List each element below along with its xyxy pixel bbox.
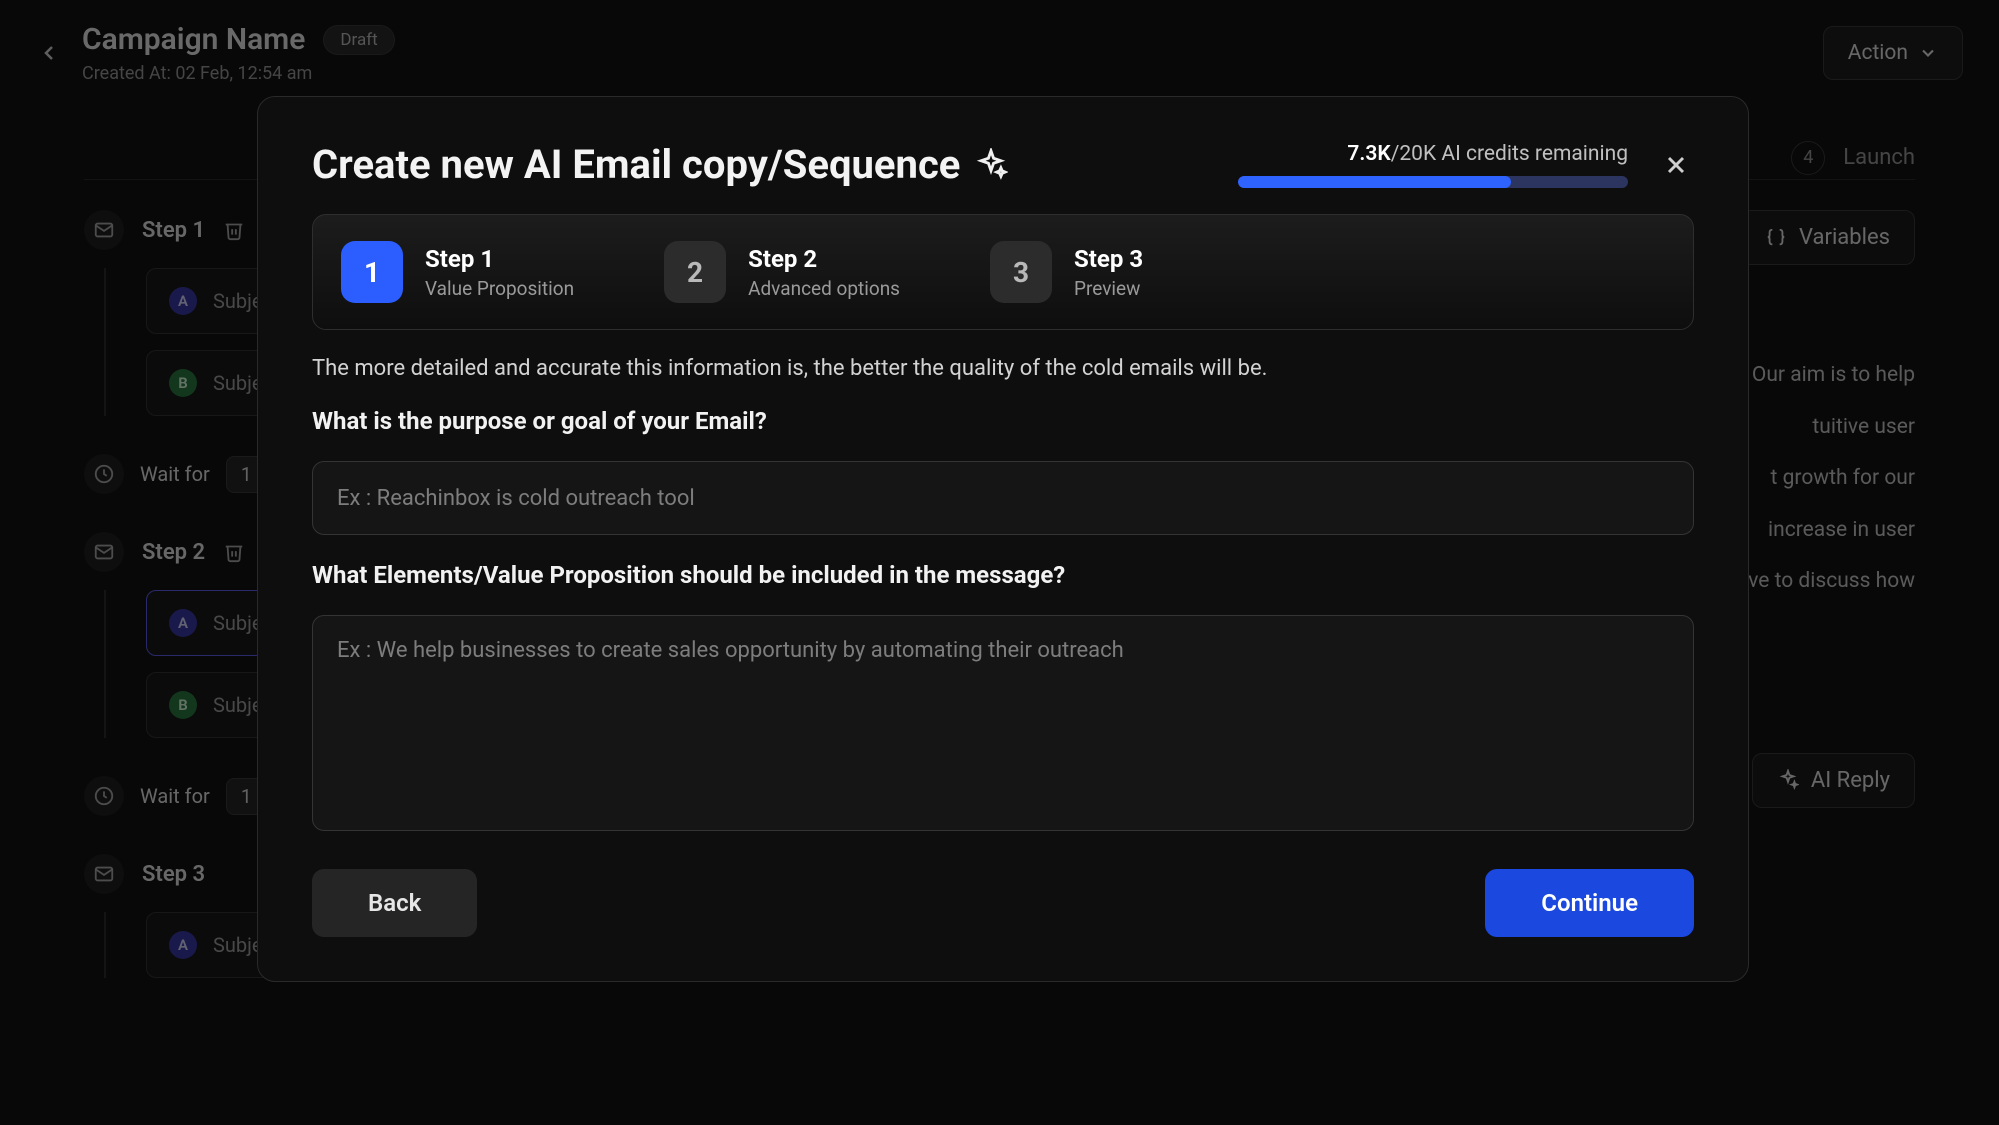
credits-used: 7.3K [1347, 142, 1390, 166]
stepper: 1 Step 1 Value Proposition 2 Step 2 Adva… [312, 214, 1694, 330]
step-1-subtitle: Value Proposition [425, 277, 574, 300]
step-3-subtitle: Preview [1074, 277, 1143, 300]
step-2-subtitle: Advanced options [748, 277, 900, 300]
step-2-title: Step 2 [748, 245, 900, 273]
value-prop-label: What Elements/Value Proposition should b… [312, 561, 1694, 589]
purpose-input[interactable] [312, 461, 1694, 535]
step-number-3: 3 [990, 241, 1052, 303]
ai-email-modal: Create new AI Email copy/Sequence 7.3K/2… [257, 96, 1749, 982]
credits-progress-fill [1238, 176, 1511, 188]
modal-title-text: Create new AI Email copy/Sequence [312, 141, 960, 188]
sparkle-icon [974, 148, 1008, 182]
close-icon [1662, 151, 1690, 179]
credits-text: 7.3K/20K AI credits remaining [1347, 142, 1628, 166]
modal-footer: Back Continue [312, 869, 1694, 937]
modal-header: Create new AI Email copy/Sequence 7.3K/2… [312, 141, 1694, 188]
credits-block: 7.3K/20K AI credits remaining [1238, 142, 1628, 188]
credits-total: /20K [1391, 142, 1436, 166]
modal-title: Create new AI Email copy/Sequence [312, 141, 1008, 188]
stepper-step-2[interactable]: 2 Step 2 Advanced options [664, 241, 900, 303]
helper-text: The more detailed and accurate this info… [312, 356, 1694, 381]
close-button[interactable] [1658, 147, 1694, 183]
stepper-step-1[interactable]: 1 Step 1 Value Proposition [341, 241, 574, 303]
stepper-step-3[interactable]: 3 Step 3 Preview [990, 241, 1143, 303]
purpose-label: What is the purpose or goal of your Emai… [312, 407, 1694, 435]
step-number-2: 2 [664, 241, 726, 303]
step-1-title: Step 1 [425, 245, 574, 273]
step-3-title: Step 3 [1074, 245, 1143, 273]
credits-progress-bar [1238, 176, 1628, 188]
credits-suffix: AI credits remaining [1436, 142, 1628, 166]
back-button[interactable]: Back [312, 869, 477, 937]
step-number-1: 1 [341, 241, 403, 303]
continue-button[interactable]: Continue [1485, 869, 1694, 937]
value-prop-textarea[interactable] [312, 615, 1694, 831]
